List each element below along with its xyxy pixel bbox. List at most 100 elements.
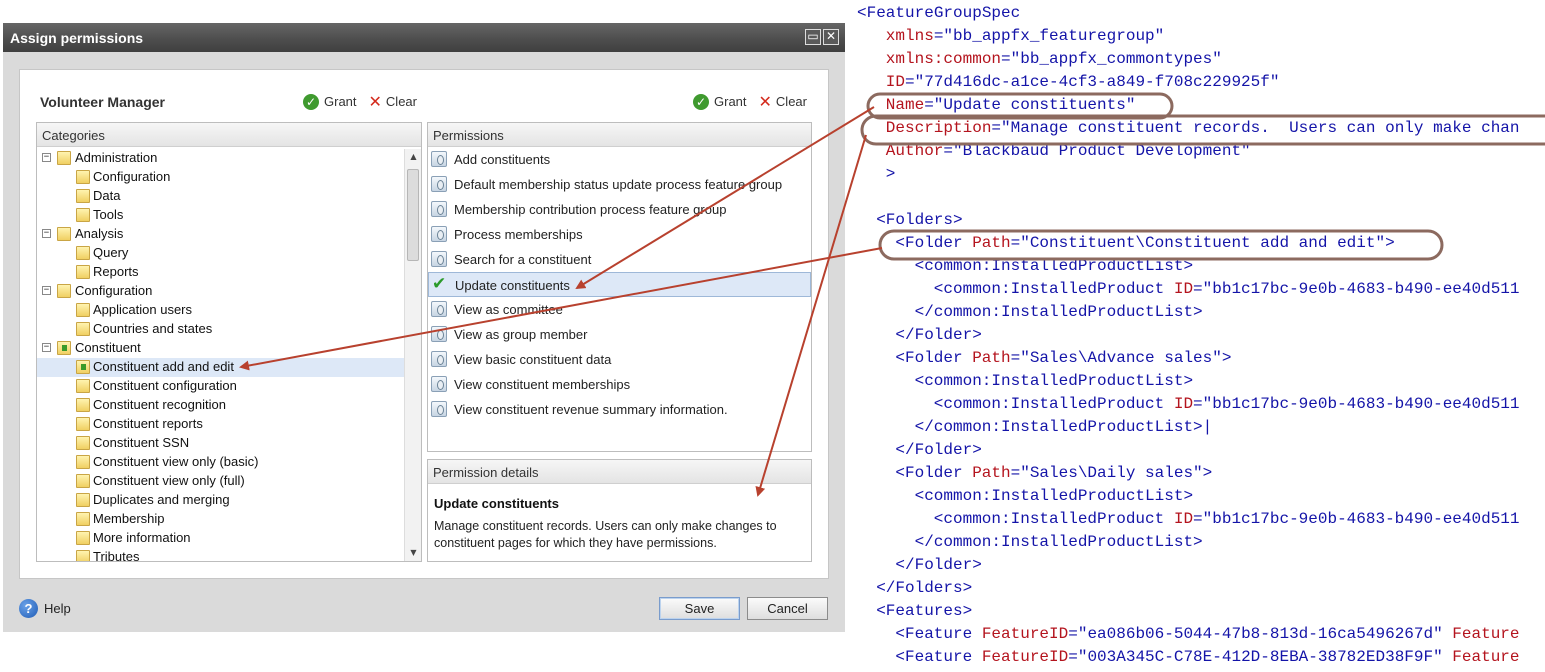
permission-label: View as group member xyxy=(454,327,588,342)
tree-item-label: More information xyxy=(93,530,191,545)
tree-item[interactable]: Constituent add and edit xyxy=(37,358,405,377)
xml-line: <Folder Path="Sales\Advance sales"> xyxy=(895,347,1231,370)
tree-item[interactable]: Constituent view only (basic) xyxy=(37,453,405,472)
dialog-title: Assign permissions xyxy=(10,30,144,46)
folder-icon xyxy=(76,322,90,336)
scroll-up-icon[interactable]: ▲ xyxy=(405,152,421,161)
xml-token: <Folder xyxy=(895,464,973,482)
collapse-icon[interactable]: − xyxy=(42,153,51,162)
tree-item-label: Constituent reports xyxy=(93,416,203,431)
xml-token: <common:InstalledProductList> xyxy=(914,487,1194,505)
permission-item[interactable]: View as group member xyxy=(428,322,811,347)
permission-item[interactable]: View constituent memberships xyxy=(428,372,811,397)
permissions-clear-button[interactable]: Clear xyxy=(776,94,807,109)
xml-line: Author="Blackbaud Product Development" xyxy=(886,140,1251,163)
tree-item[interactable]: Constituent view only (full) xyxy=(37,472,405,491)
tree-item[interactable]: − Analysis xyxy=(37,225,405,244)
permissions-grant-clear: ✓ Grant ✕ Clear xyxy=(693,92,807,111)
xml-line: <common:InstalledProductList> xyxy=(915,370,1193,393)
tree-item[interactable]: Constituent reports xyxy=(37,415,405,434)
folder-icon xyxy=(76,265,90,279)
xml-token: </common:InstalledProductList> xyxy=(914,303,1203,321)
tree-item[interactable]: Tools xyxy=(37,206,405,225)
tree-item-label: Configuration xyxy=(75,283,153,298)
xml-line: <Folder Path="Constituent\Constituent ad… xyxy=(895,232,1394,255)
permission-item[interactable]: View basic constituent data xyxy=(428,347,811,372)
categories-clear-button[interactable]: Clear xyxy=(386,94,417,109)
clear-x-icon[interactable]: ✕ xyxy=(369,92,382,111)
tree-item[interactable]: More information xyxy=(37,529,405,548)
tree-item-label: Reports xyxy=(93,264,139,279)
help-icon[interactable]: ? xyxy=(19,599,38,618)
xml-token: ="Sales\Daily sales"> xyxy=(1010,464,1213,482)
xml-attribute: ID xyxy=(1173,510,1194,528)
help-link[interactable]: Help xyxy=(44,601,71,616)
permissions-grant-button[interactable]: Grant xyxy=(714,94,747,109)
xml-line: <common:InstalledProduct ID="bb1c17bc-9e… xyxy=(934,508,1520,531)
tree-item-label: Application users xyxy=(93,302,192,317)
tree-item-label: Configuration xyxy=(93,169,171,184)
permission-item[interactable]: ✔ Update constituents xyxy=(428,272,811,297)
grant-check-icon[interactable]: ✓ xyxy=(693,93,709,110)
scroll-down-icon[interactable]: ▼ xyxy=(405,548,421,557)
xml-token: ="bb1c17bc-9e0b-4683-b490-ee40d511 xyxy=(1193,510,1520,528)
tree-item[interactable]: Membership xyxy=(37,510,405,529)
tree-item[interactable]: Duplicates and merging xyxy=(37,491,405,510)
clear-x-icon[interactable]: ✕ xyxy=(759,92,772,111)
permission-item[interactable]: Search for a constituent xyxy=(428,247,811,272)
tree-item[interactable]: Configuration xyxy=(37,168,405,187)
xml-token: ="bb1c17bc-9e0b-4683-b490-ee40d511 xyxy=(1193,395,1520,413)
tree-item[interactable]: − Configuration xyxy=(37,282,405,301)
categories-scrollbar[interactable]: ▲ ▼ xyxy=(404,149,421,561)
tree-item[interactable]: − Constituent xyxy=(37,339,405,358)
tree-item-label: Duplicates and merging xyxy=(93,492,230,507)
categories-grant-clear: ✓ Grant ✕ Clear xyxy=(303,92,417,111)
folder-icon xyxy=(76,512,90,526)
tree-item[interactable]: Query xyxy=(37,244,405,263)
folder-icon xyxy=(76,474,90,488)
collapse-icon[interactable]: − xyxy=(42,286,51,295)
cancel-button[interactable]: Cancel xyxy=(747,597,828,620)
xml-line: xmlns:common="bb_appfx_commontypes" xyxy=(886,48,1222,71)
grant-check-icon[interactable]: ✓ xyxy=(303,93,319,110)
folder-icon xyxy=(76,303,90,317)
permission-item[interactable]: View as committee xyxy=(428,297,811,322)
xml-attribute: ID xyxy=(1173,395,1194,413)
close-icon[interactable]: ✕ xyxy=(823,29,839,45)
tree-item[interactable]: Reports xyxy=(37,263,405,282)
categories-grant-button[interactable]: Grant xyxy=(324,94,357,109)
xml-line: <FeatureGroupSpec xyxy=(857,2,1020,25)
permission-label: Update constituents xyxy=(455,278,570,293)
xml-token: ="Blackbaud Product Development" xyxy=(943,142,1251,160)
permission-icon xyxy=(431,251,447,267)
tree-item[interactable]: Constituent recognition xyxy=(37,396,405,415)
xml-token: <common:InstalledProduct xyxy=(933,395,1174,413)
tree-item[interactable]: Tributes xyxy=(37,548,405,561)
tree-item[interactable]: Constituent SSN xyxy=(37,434,405,453)
xml-token: <Feature xyxy=(895,625,982,643)
xml-attribute: Name xyxy=(885,96,925,114)
xml-line: <common:InstalledProduct ID="bb1c17bc-9e… xyxy=(934,393,1520,416)
collapse-icon[interactable]: − xyxy=(42,343,51,352)
tree-item[interactable]: − Administration xyxy=(37,149,405,168)
tree-item[interactable]: Constituent configuration xyxy=(37,377,405,396)
permission-item[interactable]: Membership contribution process feature … xyxy=(428,197,811,222)
tree-item[interactable]: Data xyxy=(37,187,405,206)
permission-item[interactable]: Default membership status update process… xyxy=(428,172,811,197)
restore-icon[interactable]: ▭ xyxy=(805,29,821,45)
save-button[interactable]: Save xyxy=(659,597,740,620)
assign-permissions-dialog: Assign permissions ▭ ✕ Volunteer Manager… xyxy=(3,23,845,632)
folder-icon xyxy=(76,246,90,260)
permission-item[interactable]: Process memberships xyxy=(428,222,811,247)
scrollbar-thumb[interactable] xyxy=(407,169,419,261)
permission-detail-title: Update constituents xyxy=(434,496,559,511)
permission-item[interactable]: Add constituents xyxy=(428,147,811,172)
xml-token: ="77d416dc-a1ce-4cf3-a849-f708c229925f" xyxy=(905,73,1280,91)
tree-item[interactable]: Countries and states xyxy=(37,320,405,339)
permission-item[interactable]: View constituent revenue summary informa… xyxy=(428,397,811,422)
collapse-icon[interactable]: − xyxy=(42,229,51,238)
tree-item[interactable]: Application users xyxy=(37,301,405,320)
permission-icon xyxy=(431,176,447,192)
tree-item-label: Data xyxy=(93,188,121,203)
xml-source-pane: <FeatureGroupSpec xmlns="bb_appfx_feature… xyxy=(857,0,1545,672)
